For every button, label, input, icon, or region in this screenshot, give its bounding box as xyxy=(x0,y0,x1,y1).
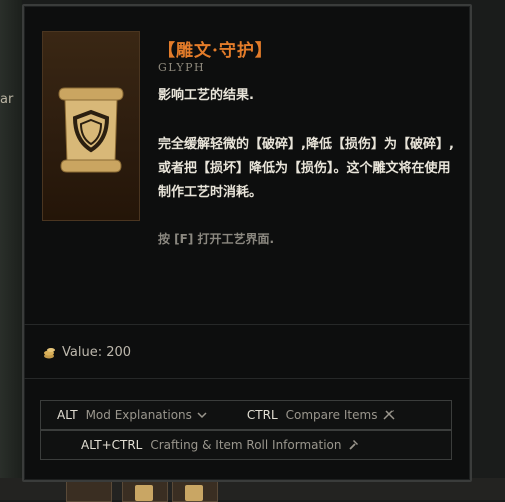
item-type: GLYPH xyxy=(158,61,206,74)
inventory-slot[interactable] xyxy=(172,481,218,502)
ctrl-key-label: CTRL xyxy=(246,408,278,422)
mod-explanations-button[interactable]: ALT Mod Explanations xyxy=(57,408,207,422)
crafting-info-label: Crafting & Item Roll Information xyxy=(150,438,342,452)
crossed-swords-icon xyxy=(383,410,395,420)
keybind-row-2: ALT+CTRL Crafting & Item Roll Informatio… xyxy=(40,430,452,460)
scroll-shield-icon xyxy=(58,87,124,173)
background-partial-text: ar xyxy=(0,92,14,107)
background-left-edge xyxy=(0,0,22,500)
glyph-icon xyxy=(185,485,203,501)
item-tooltip: 【雕文·守护】 GLYPH 影响工艺的结果. 完全缓解轻微的【破碎】,降低【损伤… xyxy=(22,4,472,482)
compare-items-label: Compare Items xyxy=(285,408,378,422)
hammer-icon xyxy=(348,440,358,450)
mod-explanations-label: Mod Explanations xyxy=(85,408,192,422)
item-title: 【雕文·守护】 xyxy=(158,41,273,61)
crafting-hint: 按 [F] 打开工艺界面. xyxy=(158,232,275,246)
value-label: Value: 200 xyxy=(62,344,132,360)
item-value: Value: 200 xyxy=(42,344,131,360)
gold-coin-icon xyxy=(44,348,55,359)
chevron-down-icon xyxy=(197,412,207,419)
crafting-info-button[interactable]: ALT+CTRL Crafting & Item Roll Informatio… xyxy=(81,438,359,452)
item-description-detail: 完全缓解轻微的【破碎】,降低【损伤】为【破碎】,或者把【损坏】降低为【损伤】。这… xyxy=(158,137,454,200)
inventory-slot[interactable] xyxy=(66,481,112,502)
divider xyxy=(24,378,470,379)
keybind-row-1: ALT Mod Explanations CTRL Compare Items xyxy=(40,400,452,430)
compare-items-button[interactable]: CTRL Compare Items xyxy=(247,408,397,422)
item-image-card xyxy=(42,31,140,221)
divider xyxy=(24,324,470,325)
alt-key-label: ALT xyxy=(57,408,78,422)
inventory-slot[interactable] xyxy=(122,481,168,502)
glyph-icon xyxy=(135,485,153,501)
item-description-effect: 影响工艺的结果. xyxy=(158,88,254,103)
altctrl-key-label: ALT+CTRL xyxy=(81,438,143,452)
